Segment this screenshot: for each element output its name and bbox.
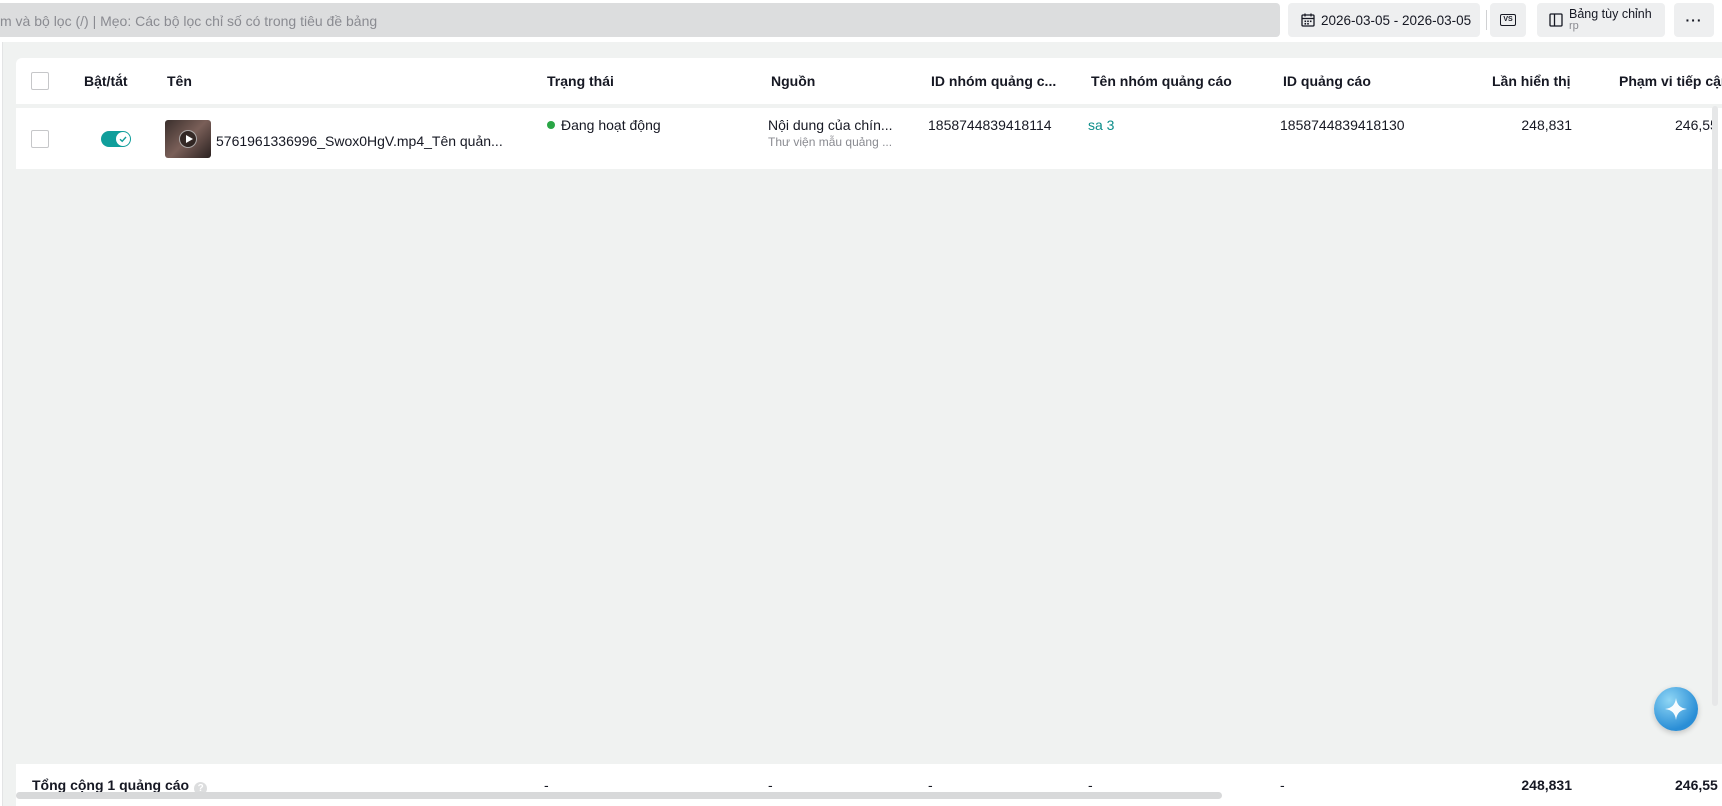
ad-status: Đang hoạt động (561, 117, 661, 133)
table-header: Bật/tắt Tên Trạng thái Nguồn ID nhóm quả… (16, 58, 1722, 104)
totals-impressions: 248,831 (1521, 777, 1572, 793)
toggle-knob (116, 132, 130, 146)
vertical-scrollbar[interactable] (1712, 106, 1718, 706)
assistant-sparkle-button[interactable] (1654, 687, 1698, 731)
status-active-dot (547, 121, 555, 129)
ad-source-sub: Thư viện mẫu quảng ... (768, 135, 893, 149)
calendar-icon (1301, 13, 1315, 27)
totals-adgroup-name: - (1088, 777, 1093, 793)
custom-table-label: Bảng tùy chỉnh (1569, 7, 1652, 21)
col-header-ad-id[interactable]: ID quảng cáo (1283, 73, 1371, 89)
col-header-status[interactable]: Trạng thái (547, 73, 614, 89)
impressions-value: 248,831 (1521, 117, 1572, 133)
adgroup-id: 1858744839418114 (928, 117, 1052, 133)
row-checkbox[interactable] (31, 130, 49, 148)
date-range-text: 2026-03-05 - 2026-03-05 (1321, 12, 1472, 28)
col-header-impressions[interactable]: Lần hiển thị (1492, 73, 1571, 89)
columns-icon (1549, 13, 1563, 27)
check-icon (119, 136, 127, 143)
totals-label-text: Tổng cộng 1 quảng cáo (32, 777, 190, 793)
custom-table-button[interactable]: Bảng tùy chỉnh rp (1537, 3, 1665, 37)
more-options-button[interactable]: ··· (1674, 3, 1714, 37)
ad-name[interactable]: 5761961336996_Swox0HgV.mp4_Tên quản... (216, 133, 503, 149)
ad-id: 1858744839418130 (1280, 117, 1405, 133)
ad-source: Nội dung của chín... (768, 117, 893, 133)
compare-icon: VS (1500, 14, 1516, 26)
search-placeholder: m và bộ lọc (/) | Mẹo: Các bộ lọc chỉ số… (0, 13, 378, 29)
sparkle-icon (1665, 698, 1687, 720)
totals-status: - (544, 777, 549, 793)
col-header-adgroup-name[interactable]: Tên nhóm quảng cáo (1091, 73, 1232, 89)
col-header-source[interactable]: Nguồn (771, 73, 815, 89)
totals-source: - (768, 777, 773, 793)
ad-toggle-switch[interactable] (101, 131, 131, 147)
col-header-adgroup-id[interactable]: ID nhóm quảng c... (931, 73, 1056, 89)
compare-button[interactable]: VS (1490, 3, 1526, 37)
col-header-reach[interactable]: Phạm vi tiếp cận (1619, 73, 1722, 89)
search-input[interactable]: m và bộ lọc (/) | Mẹo: Các bộ lọc chỉ số… (0, 3, 1280, 37)
left-edge (0, 42, 3, 806)
totals-adgroup-id: - (928, 777, 933, 793)
col-header-name[interactable]: Tên (167, 73, 192, 89)
horizontal-scrollbar[interactable] (16, 792, 1222, 799)
table-row[interactable]: 5761961336996_Swox0HgV.mp4_Tên quản... Đ… (16, 108, 1722, 169)
select-all-checkbox[interactable] (31, 72, 49, 90)
adgroup-name-link[interactable]: sa 3 (1088, 117, 1114, 133)
date-range-picker[interactable]: 2026-03-05 - 2026-03-05 (1288, 3, 1480, 37)
toolbar: m và bộ lọc (/) | Mẹo: Các bộ lọc chỉ số… (0, 0, 1722, 42)
col-header-toggle[interactable]: Bật/tắt (84, 73, 128, 89)
custom-table-sub: rp (1569, 20, 1579, 32)
divider (1486, 10, 1487, 30)
play-icon (179, 130, 197, 148)
table-totals-row: Tổng cộng 1 quảng cáo? - - - - - 248,831… (16, 764, 1722, 806)
video-thumbnail[interactable] (165, 120, 211, 158)
totals-reach: 246,55 (1675, 777, 1718, 793)
totals-ad-id: - (1280, 777, 1285, 793)
